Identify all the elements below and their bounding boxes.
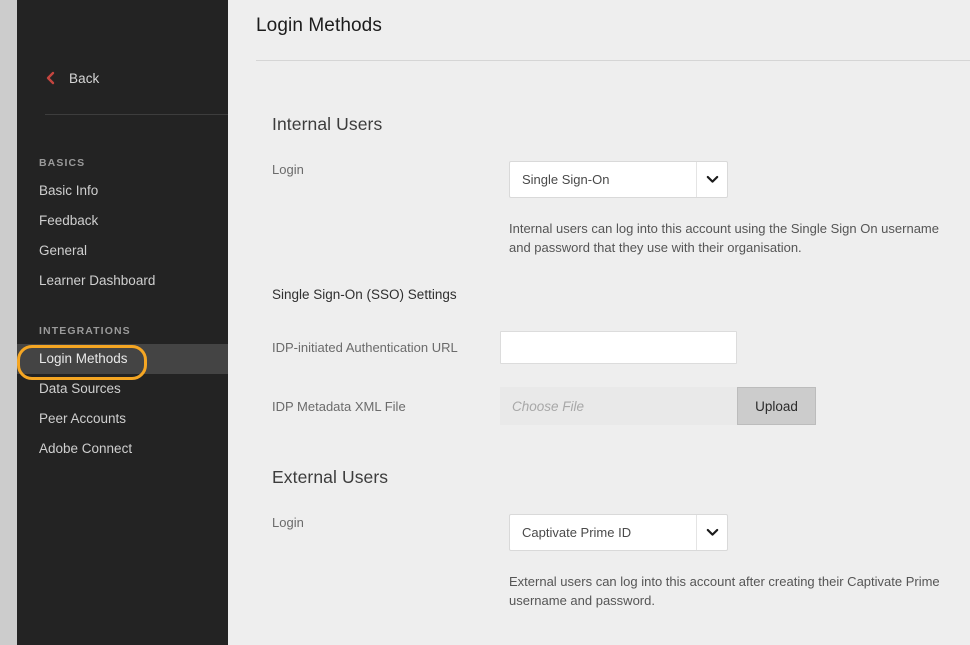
- chevron-down-icon: [696, 162, 727, 197]
- nav-group-title-integrations: INTEGRATIONS: [17, 318, 228, 344]
- sidebar-item-feedback[interactable]: Feedback: [17, 206, 228, 236]
- sidebar-item-data-sources[interactable]: Data Sources: [17, 374, 228, 404]
- internal-login-select[interactable]: Single Sign-On: [509, 161, 728, 198]
- sidebar-item-basic-info[interactable]: Basic Info: [17, 176, 228, 206]
- external-login-select[interactable]: Captivate Prime ID: [509, 514, 728, 551]
- nav-group-basics: BASICS Basic Info Feedback General Learn…: [17, 150, 228, 296]
- sidebar-item-label: Adobe Connect: [39, 441, 132, 456]
- app-window: Back BASICS Basic Info Feedback General …: [0, 0, 970, 645]
- external-login-select-value: Captivate Prime ID: [510, 525, 696, 540]
- internal-login-label: Login: [272, 162, 304, 177]
- external-users-heading: External Users: [272, 467, 388, 488]
- nav-group-integrations: INTEGRATIONS Login Methods Data Sources …: [17, 318, 228, 464]
- sidebar-item-label: Learner Dashboard: [39, 273, 155, 288]
- idp-auth-url-label: IDP-initiated Authentication URL: [272, 340, 458, 355]
- sidebar-item-label: Data Sources: [39, 381, 121, 396]
- sidebar-item-general[interactable]: General: [17, 236, 228, 266]
- back-label: Back: [69, 71, 99, 86]
- page-title-rule: [256, 60, 970, 61]
- main-content: Login Methods Internal Users Login Singl…: [228, 0, 970, 645]
- left-scroll-gutter[interactable]: [0, 0, 17, 645]
- sso-settings-heading: Single Sign-On (SSO) Settings: [272, 287, 457, 302]
- sidebar-item-label: Login Methods: [39, 351, 128, 366]
- external-users-helper-text: External users can log into this account…: [509, 572, 959, 610]
- sidebar-item-label: General: [39, 243, 87, 258]
- sidebar-item-login-methods[interactable]: Login Methods: [17, 344, 228, 374]
- page-title: Login Methods: [256, 15, 382, 37]
- sidebar-item-peer-accounts[interactable]: Peer Accounts: [17, 404, 228, 434]
- sidebar-item-adobe-connect[interactable]: Adobe Connect: [17, 434, 228, 464]
- back-button[interactable]: Back: [17, 64, 228, 92]
- idp-metadata-file-label: IDP Metadata XML File: [272, 399, 406, 414]
- sidebar-item-label: Basic Info: [39, 183, 98, 198]
- sidebar-item-label: Peer Accounts: [39, 411, 126, 426]
- idp-metadata-file-row: Choose File Upload: [500, 387, 816, 425]
- chevron-down-icon: [696, 515, 727, 550]
- sidebar-nav: BASICS Basic Info Feedback General Learn…: [17, 150, 228, 464]
- sidebar-divider: [45, 114, 235, 115]
- choose-file-field[interactable]: Choose File: [500, 387, 737, 425]
- internal-users-heading: Internal Users: [272, 114, 382, 135]
- nav-group-title-basics: BASICS: [17, 150, 228, 176]
- sidebar-item-label: Feedback: [39, 213, 98, 228]
- chevron-left-icon: [39, 71, 61, 85]
- internal-users-helper-text: Internal users can log into this account…: [509, 219, 959, 257]
- sidebar-item-learner-dashboard[interactable]: Learner Dashboard: [17, 266, 228, 296]
- sidebar: Back BASICS Basic Info Feedback General …: [17, 0, 228, 645]
- nav-group-spacer: [17, 296, 228, 318]
- external-login-label: Login: [272, 515, 304, 530]
- upload-button[interactable]: Upload: [737, 387, 816, 425]
- internal-login-select-value: Single Sign-On: [510, 172, 696, 187]
- idp-auth-url-input[interactable]: [500, 331, 737, 364]
